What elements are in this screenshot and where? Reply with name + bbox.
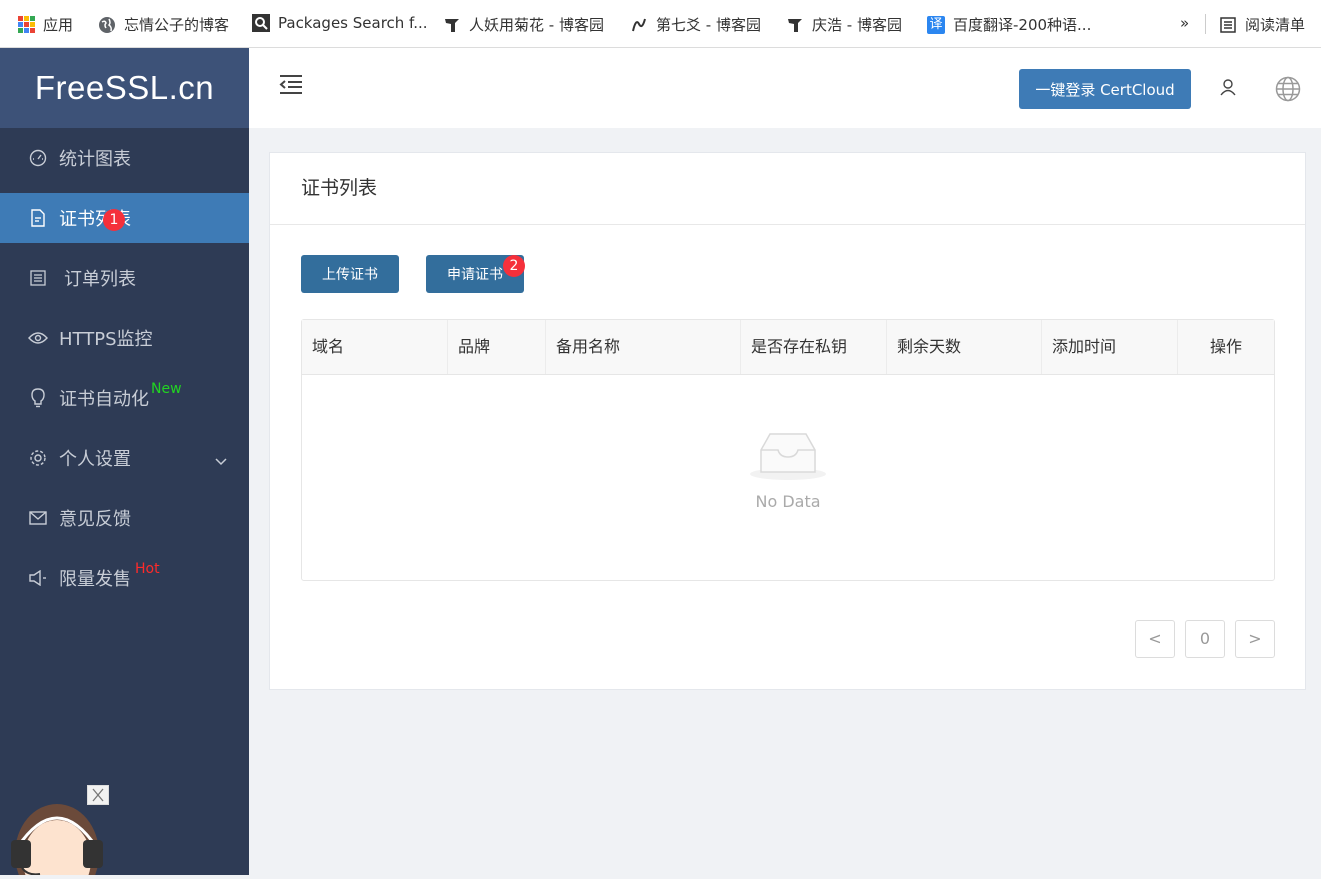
pagination-prev-button[interactable]: < — [1135, 620, 1175, 658]
bookmark-label: 百度翻译-200种语... — [953, 16, 1092, 34]
globe-icon — [99, 16, 115, 33]
upload-certificate-button[interactable]: 上传证书 — [301, 255, 399, 293]
column-header-alt-names[interactable]: 备用名称 — [546, 320, 741, 374]
chevron-down-icon — [215, 450, 227, 471]
bookmark-apps[interactable]: 应用 — [18, 14, 73, 35]
top-header: 一键登录 CertCloud — [249, 48, 1321, 128]
search-icon — [252, 14, 270, 32]
cnblogs-icon — [632, 18, 646, 31]
certificate-list-card: 证书列表 上传证书 申请证书 2 域名 品牌 备用名称 是否存在私钥 剩余天数 … — [269, 152, 1306, 690]
reading-list-icon — [1220, 16, 1236, 33]
sidebar-item-label: 限量发售 — [59, 569, 131, 590]
sidebar-item-label: 统计图表 — [59, 149, 131, 170]
sidebar-item-label: 个人设置 — [59, 449, 131, 470]
column-header-days-left[interactable]: 剩余天数 — [887, 320, 1042, 374]
bookmark-label: 庆浩 - 博客园 — [812, 16, 902, 34]
gear-icon — [28, 448, 48, 468]
bookmark-cnblogs-3[interactable]: 庆浩 - 博客园 — [786, 14, 902, 35]
translate-icon: 译 — [927, 15, 945, 34]
sidebar-item-limited-sale[interactable]: 限量发售 Hot — [0, 548, 249, 608]
sidebar-item-label: 订单列表 — [64, 269, 136, 290]
bookmarks-divider — [1205, 14, 1206, 34]
column-header-domain[interactable]: 域名 — [302, 320, 448, 374]
certcloud-login-button[interactable]: 一键登录 CertCloud — [1019, 69, 1191, 109]
bookmark-baidu-translate[interactable]: 译 百度翻译-200种语... — [927, 14, 1091, 35]
bookmark-blog[interactable]: 忘情公子的博客 — [98, 14, 229, 35]
logo[interactable]: FreeSSL.cn — [0, 48, 249, 128]
reading-list-label: 阅读清单 — [1245, 16, 1306, 34]
sidebar-item-https-monitor[interactable]: HTTPS监控 — [0, 308, 249, 368]
dashboard-icon — [28, 148, 48, 168]
bookmark-cnblogs-1[interactable]: 人妖用菊花 - 博客园 — [443, 14, 604, 35]
column-header-added-time[interactable]: 添加时间 — [1042, 320, 1178, 374]
bookmark-packages[interactable]: Packages Search f... — [252, 14, 428, 32]
bookmark-label: 人妖用菊花 - 博客园 — [469, 16, 604, 34]
table-header: 域名 品牌 备用名称 是否存在私钥 剩余天数 添加时间 操作 — [302, 320, 1274, 375]
mail-icon — [28, 508, 48, 528]
bookmark-label: 应用 — [43, 16, 74, 34]
sidebar-item-orders[interactable]: 订单列表 — [0, 248, 249, 308]
bookmark-label: 忘情公子的博客 — [124, 16, 230, 34]
user-icon[interactable] — [1219, 78, 1237, 100]
sidebar-item-label: 意见反馈 — [59, 509, 131, 530]
step-badge: 1 — [103, 209, 125, 231]
hot-tag: Hot — [135, 561, 160, 577]
sidebar-item-label: 证书自动化 — [59, 389, 149, 410]
customer-service-avatar[interactable] — [8, 798, 108, 879]
sidebar-item-certificates[interactable]: 证书列表 1 — [0, 193, 249, 243]
pagination-page[interactable]: 0 — [1185, 620, 1225, 658]
empty-inbox-icon — [750, 433, 826, 480]
sidebar: FreeSSL.cn 统计图表 证书列表 1 订单列表 HTTPS监控 证书自动… — [0, 48, 249, 875]
bookmark-cnblogs-2[interactable]: 第七爻 - 博客园 — [630, 14, 761, 35]
pagination-next-button[interactable]: > — [1235, 620, 1275, 658]
column-header-private-key[interactable]: 是否存在私钥 — [741, 320, 887, 374]
eye-icon — [28, 328, 48, 348]
cnblogs-icon — [445, 18, 459, 32]
cnblogs-icon — [788, 18, 802, 32]
megaphone-icon — [28, 568, 48, 588]
reading-list-button[interactable]: 阅读清单 — [1219, 14, 1305, 35]
sidebar-item-settings[interactable]: 个人设置 — [0, 428, 249, 488]
language-globe-icon[interactable] — [1275, 76, 1301, 106]
empty-text: No Data — [755, 492, 821, 511]
step-badge: 2 — [503, 255, 525, 277]
column-header-actions: 操作 — [1209, 337, 1242, 356]
column-header-brand[interactable]: 品牌 — [448, 320, 546, 374]
collapse-menu-icon[interactable] — [279, 74, 303, 98]
certificate-table: 域名 品牌 备用名称 是否存在私钥 剩余天数 添加时间 操作 No Data — [301, 319, 1275, 581]
sidebar-item-label: HTTPS监控 — [59, 329, 153, 350]
empty-state: No Data — [302, 430, 1274, 511]
more-bookmarks-button[interactable]: » — [1180, 14, 1189, 32]
bookmarks-bar: 应用 忘情公子的博客 Packages Search f... 人妖用菊花 - … — [0, 0, 1321, 48]
new-tag: New — [151, 381, 182, 397]
sidebar-item-automation[interactable]: 证书自动化 New — [0, 368, 249, 428]
bookmark-label: Packages Search f... — [278, 14, 428, 32]
sidebar-item-stats[interactable]: 统计图表 — [0, 128, 249, 188]
bulb-icon — [28, 388, 48, 408]
apps-grid-icon — [18, 16, 35, 33]
sidebar-item-feedback[interactable]: 意见反馈 — [0, 488, 249, 548]
bookmark-label: 第七爻 - 博客园 — [656, 16, 761, 34]
page-title: 证书列表 — [270, 153, 1305, 225]
document-icon — [28, 208, 48, 228]
list-icon — [28, 268, 48, 288]
